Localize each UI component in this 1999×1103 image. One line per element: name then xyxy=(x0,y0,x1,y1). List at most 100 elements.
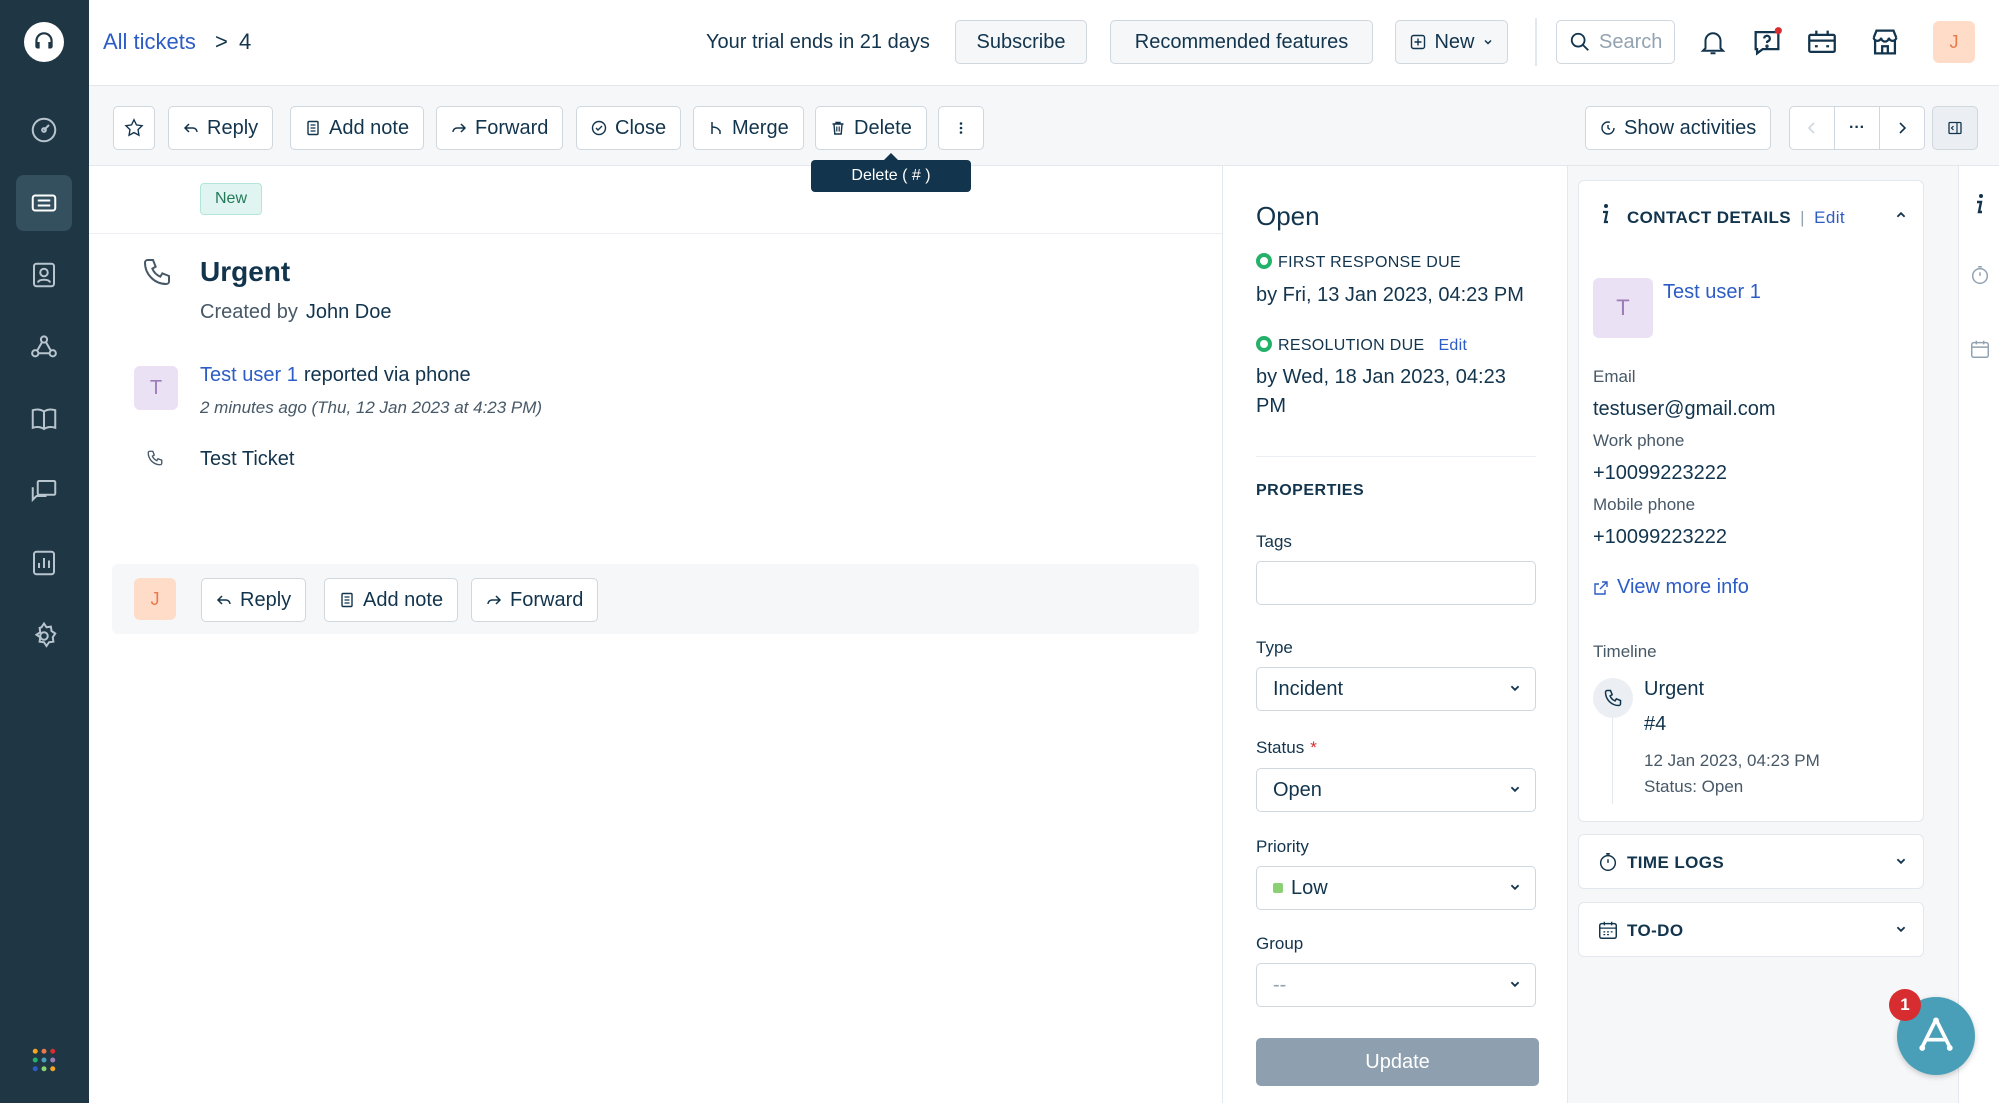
bottom-forward-button[interactable]: Forward xyxy=(471,578,599,622)
solutions-nav-icon[interactable] xyxy=(16,391,72,447)
companies-nav-icon[interactable] xyxy=(16,319,72,375)
requester-avatar: T xyxy=(134,366,178,410)
group-value: -- xyxy=(1273,973,1287,996)
resolution-due: by Wed, 18 Jan 2023, 04:23 PM xyxy=(1256,366,1506,417)
admin-settings-icon[interactable] xyxy=(16,608,72,664)
contact-avatar: T xyxy=(1593,278,1653,338)
reporter-line: Test user 1 reported via phone xyxy=(200,364,471,387)
stopwatch-icon xyxy=(1599,853,1617,871)
chevron-down-icon xyxy=(1510,981,1520,988)
delete-button[interactable]: Delete xyxy=(815,106,927,150)
reply-button[interactable]: Reply xyxy=(168,106,274,150)
help-icon[interactable] xyxy=(1747,22,1787,62)
requester-name-link[interactable]: Test user 1 xyxy=(200,364,298,386)
group-select[interactable]: -- xyxy=(1256,963,1536,1007)
message-body: Test Ticket xyxy=(200,448,295,470)
divider xyxy=(89,233,1222,234)
priority-select[interactable]: Low xyxy=(1256,866,1536,910)
status-value: Open xyxy=(1273,778,1322,801)
ticket-conversation: New Urgent Created by John Doe T Test use… xyxy=(89,166,1222,1103)
agent-avatar: J xyxy=(134,578,176,620)
contact-details-card: CONTACT DETAILS | Edit T Test user 1 Ema… xyxy=(1578,180,1924,822)
merge-button[interactable]: Merge xyxy=(693,106,804,150)
new-dropdown-button[interactable]: New xyxy=(1395,20,1508,64)
time-logs-title: TIME LOGS xyxy=(1627,853,1725,872)
left-navigation-rail xyxy=(0,0,89,1103)
contacts-nav-icon[interactable] xyxy=(16,247,72,303)
time-logs-section[interactable]: TIME LOGS xyxy=(1578,834,1924,889)
info-icon xyxy=(1603,204,1609,224)
close-ticket-button[interactable]: Close xyxy=(576,106,682,150)
tickets-nav-icon[interactable] xyxy=(16,175,72,231)
chevron-down-icon xyxy=(1483,39,1492,45)
recommended-features-button[interactable]: Recommended features xyxy=(1110,20,1373,64)
resolution-label: RESOLUTION DUE xyxy=(1278,337,1425,354)
chevron-down-icon xyxy=(1510,884,1520,891)
bottom-add-note-button[interactable]: Add note xyxy=(324,578,459,622)
bottom-reply-button[interactable]: Reply xyxy=(201,578,307,622)
mobile-phone-label: Mobile phone xyxy=(1593,495,1696,514)
freshdesk-logo[interactable] xyxy=(24,22,64,62)
type-select[interactable]: Incident xyxy=(1256,667,1536,711)
note-icon xyxy=(341,592,353,608)
app-switcher-icon[interactable] xyxy=(16,1032,72,1088)
trial-notice: Your trial ends in 21 days xyxy=(706,31,930,53)
vertical-dots-icon xyxy=(959,122,963,134)
contact-edit-link[interactable]: Edit xyxy=(1814,208,1845,227)
view-more-info-link[interactable]: View more info xyxy=(1617,576,1749,599)
more-actions-button[interactable] xyxy=(938,106,984,150)
star-button[interactable] xyxy=(113,106,155,150)
update-button[interactable]: Update xyxy=(1256,1038,1539,1086)
ticket-list-button[interactable]: ··· xyxy=(1834,106,1880,150)
timeline-line xyxy=(1612,718,1613,804)
status-select[interactable]: Open xyxy=(1256,768,1536,812)
contact-info-icon[interactable] xyxy=(1972,193,1986,215)
contact-sidebar: CONTACT DETAILS | Edit T Test user 1 Ema… xyxy=(1568,166,1958,1103)
toggle-sidebar-button[interactable] xyxy=(1932,106,1978,150)
ticket-status-heading: Open xyxy=(1256,201,1320,231)
subscribe-label: Subscribe xyxy=(976,30,1066,53)
bottom-reply-label: Reply xyxy=(240,588,292,611)
store-icon[interactable] xyxy=(1865,22,1905,62)
add-note-button[interactable]: Add note xyxy=(290,106,425,150)
resolution-edit-link[interactable]: Edit xyxy=(1438,337,1467,354)
show-activities-button[interactable]: Show activities xyxy=(1585,106,1772,150)
mobile-phone-value: +10099223222 xyxy=(1593,526,1728,548)
reports-nav-icon[interactable] xyxy=(16,535,72,591)
merge-label: Merge xyxy=(732,116,789,139)
title-separator: | xyxy=(1800,208,1805,227)
breadcrumb-separator: > xyxy=(215,29,228,54)
dashboard-nav-icon[interactable] xyxy=(16,102,72,158)
contact-name-link[interactable]: Test user 1 xyxy=(1663,281,1761,304)
todo-section[interactable]: TO-DO xyxy=(1578,902,1924,957)
phone-icon xyxy=(143,259,170,286)
search-box[interactable]: Search xyxy=(1556,20,1675,64)
top-bar: All tickets > 4 Your trial ends in 21 da… xyxy=(89,0,1999,86)
notifications-bell-icon[interactable] xyxy=(1693,22,1733,62)
time-logs-stopwatch-icon[interactable] xyxy=(1969,264,1991,286)
required-asterisk: * xyxy=(1310,738,1317,757)
forward-icon xyxy=(452,123,467,133)
subscribe-button[interactable]: Subscribe xyxy=(955,20,1087,64)
user-avatar[interactable]: J xyxy=(1933,21,1975,63)
next-ticket-button[interactable] xyxy=(1879,106,1925,150)
forward-button[interactable]: Forward xyxy=(436,106,564,150)
breadcrumb-all-tickets[interactable]: All tickets xyxy=(103,29,196,55)
delete-label: Delete xyxy=(854,116,912,139)
tags-input[interactable] xyxy=(1256,561,1536,605)
ticket-subject: Urgent xyxy=(200,256,291,287)
status-label: Status xyxy=(1256,738,1305,757)
chevron-up-icon[interactable] xyxy=(1895,209,1907,221)
search-icon xyxy=(1570,32,1589,51)
star-icon xyxy=(124,118,144,137)
timeline-date: 12 Jan 2023, 04:23 PM xyxy=(1644,751,1820,770)
created-by-name: John Doe xyxy=(305,301,392,323)
previous-ticket-button[interactable] xyxy=(1789,106,1835,150)
todo-calendar-icon[interactable] xyxy=(1969,338,1991,360)
timeline-ticket-subject[interactable]: Urgent xyxy=(1644,678,1704,701)
forums-nav-icon[interactable] xyxy=(16,463,72,519)
recommended-features-label: Recommended features xyxy=(1134,30,1349,53)
message-timestamp: 2 minutes ago (Thu, 12 Jan 2023 at 4:23 … xyxy=(200,398,543,417)
todo-title: TO-DO xyxy=(1627,921,1684,940)
marketplace-icon[interactable] xyxy=(1802,22,1842,62)
